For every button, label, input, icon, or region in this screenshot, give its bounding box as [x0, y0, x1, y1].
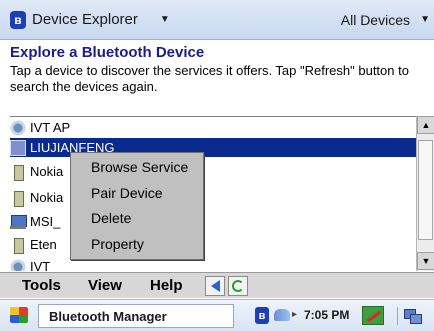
phone-icon — [10, 164, 26, 181]
computer-icon — [10, 139, 26, 156]
device-label: Nokia — [30, 164, 64, 179]
computer-icon — [10, 214, 27, 230]
page-description: Tap a device to discover the services it… — [10, 63, 409, 94]
device-label: Nokia — [30, 190, 64, 205]
scroll-down-icon[interactable]: ▼ — [417, 252, 434, 270]
phone-icon — [10, 190, 26, 207]
device-list-scrollbar[interactable]: ▲ ▼ — [416, 116, 434, 271]
task-button-bluetooth-manager[interactable]: Bluetooth Manager — [38, 304, 234, 328]
scroll-thumb[interactable] — [418, 140, 433, 240]
device-item-eten[interactable]: Eten — [10, 235, 57, 254]
device-item-msi[interactable]: MSI_ — [10, 212, 60, 231]
device-label: IVT — [30, 259, 51, 271]
access-point-icon — [10, 119, 26, 136]
device-item-nokia-1[interactable]: Nokia — [10, 162, 63, 181]
menu-item-pair-device[interactable]: Pair Device — [91, 185, 163, 201]
tray-arrow-icon: ▸ — [292, 309, 298, 320]
app-title[interactable]: Device Explorer — [32, 11, 138, 28]
phone-icon — [10, 237, 26, 254]
device-filter-dropdown[interactable]: All Devices — [341, 12, 410, 28]
scroll-up-icon[interactable]: ▲ — [417, 116, 434, 134]
device-label: Eten — [30, 237, 57, 252]
device-label: IVT AP — [30, 120, 71, 135]
back-arrow-icon[interactable] — [205, 276, 225, 296]
menu-item-property[interactable]: Property — [91, 236, 144, 252]
device-item-nokia-2[interactable]: Nokia — [10, 188, 63, 207]
refresh-icon[interactable] — [228, 276, 248, 296]
network-icon[interactable] — [397, 307, 423, 325]
clock[interactable]: 7:05 PM — [304, 308, 349, 322]
filter-chevron-down-icon[interactable]: ▼ — [420, 14, 430, 25]
taskbar: Bluetooth Manager ʙ ▸ 7:05 PM — [0, 299, 434, 331]
page-title: Explore a Bluetooth Device — [10, 44, 205, 61]
title-dropdown-icon[interactable]: ▼ — [160, 14, 170, 25]
menu-item-browse-service[interactable]: Browse Service — [91, 159, 188, 175]
title-bar: ʙ Device Explorer ▼ All Devices ▼ — [0, 0, 434, 40]
bluetooth-icon[interactable]: ʙ — [255, 307, 269, 324]
menu-help[interactable]: Help — [150, 277, 183, 294]
menu-view[interactable]: View — [88, 277, 122, 294]
access-point-icon — [10, 258, 26, 271]
menu-item-delete[interactable]: Delete — [91, 210, 131, 226]
device-context-menu: Browse Service Pair Device Delete Proper… — [70, 152, 204, 260]
device-item-ivt-ap[interactable]: IVT AP — [10, 118, 70, 137]
menu-tools[interactable]: Tools — [22, 277, 61, 294]
bluetooth-icon: ʙ — [10, 10, 26, 29]
menu-bar: Tools View Help — [0, 272, 434, 298]
sync-icon[interactable] — [274, 309, 290, 321]
windows-flag-icon[interactable] — [10, 307, 28, 323]
device-item-ivt[interactable]: IVT — [10, 257, 50, 271]
device-label: MSI_ — [30, 214, 61, 229]
wireless-icon[interactable] — [362, 306, 384, 325]
